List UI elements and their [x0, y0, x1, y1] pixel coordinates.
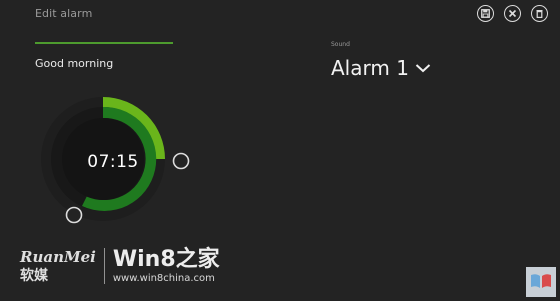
- sound-label: Sound: [331, 41, 350, 48]
- watermark-brand-block: RuanMei 软媒: [20, 247, 96, 284]
- hour-handle[interactable]: [172, 152, 190, 170]
- save-button[interactable]: [477, 5, 494, 22]
- minute-handle[interactable]: [65, 206, 83, 224]
- close-icon: [508, 9, 517, 18]
- watermark-brand-cn: 软媒: [20, 267, 48, 284]
- watermark-url: www.win8china.com: [112, 272, 215, 284]
- page-title: Edit alarm: [35, 7, 93, 20]
- alarm-name-field[interactable]: Good morning: [35, 57, 113, 70]
- time-dial[interactable]: 07:15: [30, 88, 195, 253]
- watermark-site: Win8之家: [112, 246, 220, 272]
- trash-icon: [536, 10, 543, 18]
- watermark: RuanMei 软媒 Win8之家 www.win8china.com: [20, 244, 220, 288]
- chevron-down-icon: [415, 64, 431, 73]
- sound-value: Alarm 1: [331, 56, 409, 80]
- edit-alarm-page: Edit alarm Good morning 07:15 Sound Alar…: [0, 0, 560, 301]
- save-icon: [481, 9, 490, 18]
- corner-logo-icon: [526, 267, 556, 297]
- close-button[interactable]: [504, 5, 521, 22]
- watermark-divider: [103, 248, 105, 284]
- watermark-site-block: Win8之家 www.win8china.com: [112, 246, 220, 284]
- title-underline: [35, 42, 173, 44]
- sound-dropdown[interactable]: Alarm 1: [331, 56, 431, 80]
- toolbar: [477, 5, 548, 22]
- watermark-brand: RuanMei: [20, 247, 96, 266]
- time-display: 07:15: [87, 152, 139, 172]
- delete-button[interactable]: [531, 5, 548, 22]
